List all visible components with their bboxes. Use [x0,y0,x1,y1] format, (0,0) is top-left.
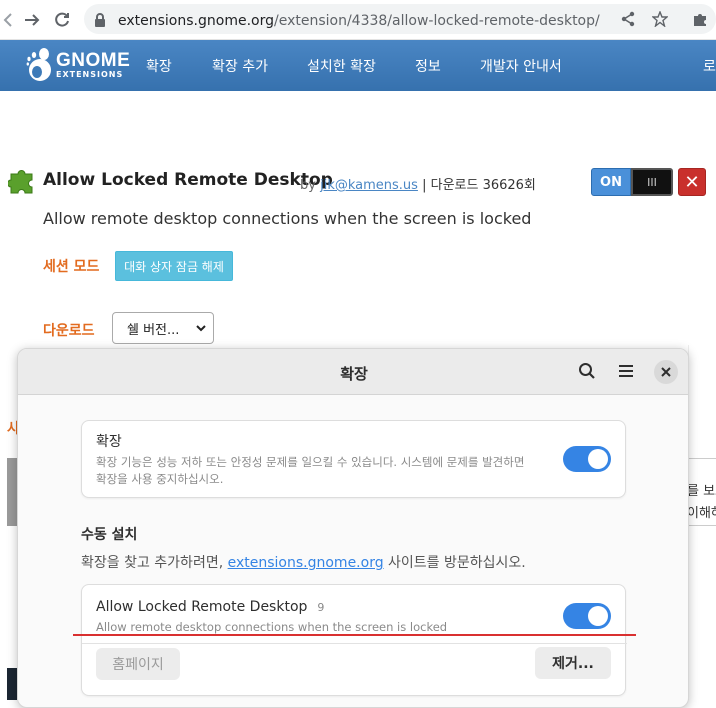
session-mode-badge: 대화 상자 잠금 해제 [115,251,233,281]
download-count: 다운로드 36626회 [430,178,536,193]
switch-handle[interactable]: III [631,168,673,196]
homepage-button[interactable]: 홈페이지 [96,648,180,680]
logo-text: GNOME [56,50,131,71]
highlight-underline [73,634,636,636]
session-mode-label: 세션 모드 [43,259,100,275]
nav-about[interactable]: 정보 [415,56,441,76]
logo-subtext: EXTENSIONS [56,70,124,79]
extension-description: Allow remote desktop connections when th… [43,209,532,228]
manual-install-title: 수동 설치 [81,527,138,543]
close-icon [661,367,671,377]
window-headerbar: 확장 [18,349,688,395]
extensions-enable-card: 확장 확장 기능은 성능 저하 또는 안정성 문제를 일으킬 수 있습니다. 시… [81,420,626,498]
extensions-master-toggle[interactable] [563,446,611,472]
download-label: 다운로드 [43,323,95,339]
url-path: /extension/4338/allow-locked-remote-desk… [273,13,600,29]
author-link[interactable]: jik@kamens.us [320,178,418,193]
site-header: GNOME EXTENSIONS 확장 확장 추가 설치한 확장 정보 개발자 … [0,40,716,91]
background-right-text-2: 이해하 [687,506,716,521]
extensions-card-desc-2: 확장을 사용 중지하십시오. [96,472,224,486]
extension-title: Allow Locked Remote Desktop [43,170,333,190]
menu-icon[interactable] [618,362,634,384]
background-right-text-1: 를 보고 [687,484,716,499]
extension-meta: by jik@kamens.us | 다운로드 36626회 [300,174,536,193]
nav-add-extension[interactable]: 확장 추가 [212,56,268,76]
card-divider [82,643,627,644]
installed-extension-card: Allow Locked Remote Desktop 9 Allow remot… [81,584,627,696]
installed-extension-name: Allow Locked Remote Desktop [96,599,308,615]
remove-button[interactable]: 제거... [535,647,611,679]
forward-icon[interactable] [19,7,45,33]
gnome-logo[interactable]: GNOME EXTENSIONS [26,46,130,84]
shell-version-select[interactable]: 쉘 버전... [112,312,214,344]
bookmark-star-icon[interactable] [651,10,669,31]
manual-install-desc: 확장을 찾고 추가하려면, extensions.gnome.org 사이트를 … [81,552,526,572]
search-icon[interactable] [578,362,596,384]
installed-extension-toggle[interactable] [563,603,611,629]
lock-icon [94,12,106,31]
extensions-card-title: 확장 [96,434,122,450]
nav-installed-extensions[interactable]: 설치한 확장 [307,56,376,76]
manual-install-desc-after: 사이트를 방문하십시오. [383,555,526,571]
gnome-foot-icon [26,48,51,81]
browser-toolbar: extensions.gnome.org/extension/4338/allo… [0,0,716,40]
switch-on-label: ON [591,168,631,196]
share-icon[interactable] [620,11,636,31]
background-image-fragment [7,458,17,526]
nav-login[interactable]: 로 [703,56,716,76]
address-bar[interactable]: extensions.gnome.org/extension/4338/allo… [84,4,716,34]
extension-onoff-switch[interactable]: ON III [591,168,673,196]
background-footer-fragment [7,668,17,700]
shell-version-value: 쉘 버전... [127,322,180,338]
meta-separator: | [422,178,427,193]
by-label: by [300,178,316,193]
extensions-site-link[interactable]: extensions.gnome.org [228,555,384,571]
extension-puzzle-icon [7,166,38,198]
toggle-knob [588,606,608,626]
reload-icon[interactable] [49,7,75,33]
extensions-puzzle-icon[interactable] [692,11,708,31]
extensions-app-window: 확장 확장 확장 기능은 성능 저하 또는 안정성 문제를 일으킬 수 있습니다… [17,348,689,708]
uninstall-button[interactable]: ✕ [678,168,706,196]
toggle-knob [588,449,608,469]
nav-developer-guide[interactable]: 개발자 안내서 [480,56,562,76]
url-host: extensions.gnome.org [118,13,274,29]
installed-extension-version: 9 [317,601,325,614]
extensions-card-desc-1: 확장 기능은 성능 저하 또는 안정성 문제를 일으킬 수 있습니다. 시스템에… [96,455,525,469]
close-button[interactable] [654,360,678,384]
installed-extension-row[interactable]: Allow Locked Remote Desktop 9 [96,599,324,615]
nav-extensions[interactable]: 확장 [146,56,172,76]
chevron-down-icon [195,322,207,338]
manual-install-desc-before: 확장을 찾고 추가하려면, [81,555,228,571]
